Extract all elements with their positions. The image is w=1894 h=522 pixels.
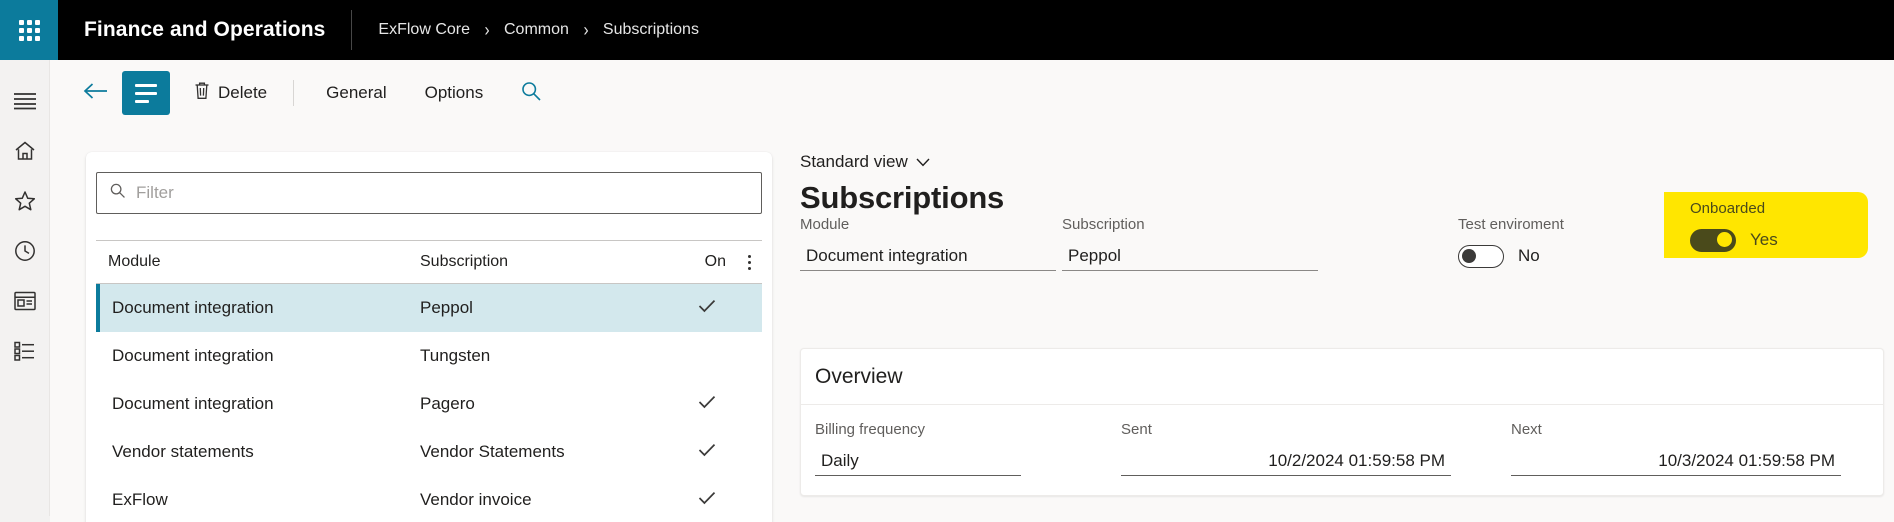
breadcrumb: ExFlow Core › Common › Subscriptions (352, 0, 699, 60)
overview-section-header[interactable]: Overview (801, 349, 1883, 405)
breadcrumb-item-exflow-core[interactable]: ExFlow Core (378, 21, 470, 39)
table-row[interactable]: Document integration Pagero (96, 380, 762, 428)
cell-onboarded (676, 442, 738, 462)
test-environment-value: No (1518, 246, 1540, 265)
breadcrumb-item-common[interactable]: Common (504, 21, 569, 39)
table-row[interactable]: ExFlow Vendor invoice (96, 476, 762, 522)
test-environment-field: Test enviroment No (1458, 216, 1698, 271)
toolbar-divider (293, 80, 295, 106)
app-launcher-button[interactable] (0, 0, 58, 60)
column-header-subscription[interactable]: Subscription (408, 253, 676, 271)
sidebar-item-workspaces[interactable] (0, 276, 50, 326)
show-list-toggle-button[interactable] (122, 71, 170, 115)
filter-input-placeholder: Filter (136, 183, 174, 202)
star-icon (13, 189, 37, 213)
left-navigation-rail (0, 60, 50, 522)
checkmark-icon (698, 298, 716, 318)
cell-subscription: Vendor invoice (420, 490, 532, 509)
checkmark-icon (698, 394, 716, 414)
billing-frequency-label: Billing frequency (815, 421, 926, 438)
next-label: Next (1511, 421, 1542, 438)
cell-subscription: Tungsten (420, 346, 491, 365)
cell-subscription: Pagero (420, 394, 475, 413)
view-selector[interactable]: Standard view (800, 152, 930, 172)
search-button[interactable] (509, 71, 553, 115)
sidebar-item-favorites[interactable] (0, 176, 50, 226)
waffle-grid-icon (18, 19, 40, 41)
overview-section-body: Billing frequency Daily Sent 10/2/2024 0… (801, 405, 1883, 476)
delete-button-label: Delete (218, 83, 268, 102)
sent-value[interactable]: 10/2/2024 01:59:58 PM (1121, 446, 1451, 476)
search-icon (109, 182, 126, 204)
filter-input[interactable]: Filter (96, 172, 762, 214)
cell-module: Vendor statements (112, 442, 254, 461)
table-row[interactable]: Vendor statements Vendor Statements (96, 428, 762, 476)
general-tab-button[interactable]: General (312, 71, 400, 115)
subscription-field-label: Subscription (1062, 216, 1145, 233)
column-header-module[interactable]: Module (96, 253, 408, 271)
module-field-label: Module (800, 216, 850, 233)
sent-field: Sent 10/2/2024 01:59:58 PM (1121, 421, 1451, 476)
subscriptions-grid: Module Subscription On Document integrat… (96, 240, 762, 522)
checkmark-icon (698, 490, 716, 510)
module-field: Module Document integration (800, 216, 1056, 271)
application-window: Finance and Operations ExFlow Core › Com… (0, 0, 1894, 522)
options-tab-button[interactable]: Options (411, 71, 498, 115)
cell-module: ExFlow (112, 490, 168, 509)
kebab-menu-icon[interactable] (738, 254, 760, 270)
app-title: Finance and Operations (84, 18, 326, 41)
sent-label: Sent (1121, 421, 1152, 438)
subscriptions-list-panel: Filter Module Subscription On Document i… (86, 152, 772, 522)
checkmark-icon (698, 442, 716, 462)
table-row[interactable]: Document integration Peppol (96, 284, 762, 332)
hamburger-menu-icon (13, 92, 37, 110)
chevron-down-icon (916, 155, 930, 170)
subscription-field: Subscription Peppol (1062, 216, 1318, 271)
delete-button[interactable]: Delete (180, 71, 281, 115)
rail-bottom-strip (0, 516, 50, 522)
cell-onboarded (676, 394, 738, 414)
sidebar-item-home[interactable] (0, 126, 50, 176)
sidebar-item-recent[interactable] (0, 226, 50, 276)
chevron-right-icon: › (484, 20, 490, 40)
arrow-left-icon (83, 81, 109, 106)
billing-frequency-field: Billing frequency Daily (815, 421, 1021, 476)
billing-frequency-value[interactable]: Daily (815, 446, 1021, 476)
subscription-field-value[interactable]: Peppol (1062, 241, 1318, 271)
cell-subscription: Vendor Statements (420, 442, 565, 461)
cell-subscription: Peppol (420, 298, 473, 317)
chevron-right-icon: › (583, 20, 589, 40)
top-navigation-bar: Finance and Operations ExFlow Core › Com… (0, 0, 1894, 60)
onboarded-value: Yes (1750, 230, 1778, 249)
onboarded-field: Onboarded Yes (1690, 200, 1778, 255)
cell-module: Document integration (112, 394, 274, 413)
module-field-value[interactable]: Document integration (800, 241, 1056, 271)
overview-section: Overview Billing frequency Daily Sent 10… (800, 348, 1884, 496)
next-value[interactable]: 10/3/2024 01:59:58 PM (1511, 446, 1841, 476)
table-row[interactable]: Document integration Tungsten (96, 332, 762, 380)
home-icon (13, 139, 37, 163)
sidebar-item-modules[interactable] (0, 326, 50, 376)
breadcrumb-item-subscriptions[interactable]: Subscriptions (603, 21, 699, 39)
list-icon (13, 340, 37, 362)
grid-header-row: Module Subscription On (96, 240, 762, 284)
back-button[interactable] (74, 71, 118, 115)
next-field: Next 10/3/2024 01:59:58 PM (1511, 421, 1841, 476)
search-icon (520, 80, 542, 107)
cell-module: Document integration (112, 346, 274, 365)
cell-onboarded (676, 490, 738, 510)
test-environment-toggle[interactable] (1458, 244, 1504, 268)
cell-module: Document integration (112, 298, 274, 317)
column-header-onboarded[interactable]: On (676, 253, 738, 271)
sidebar-item-expand-navigation[interactable] (0, 76, 50, 126)
cell-onboarded (676, 298, 738, 318)
trash-icon (194, 81, 210, 105)
action-pane-toolbar: Delete General Options (50, 60, 1894, 126)
test-environment-label: Test enviroment (1458, 216, 1564, 233)
workspace-icon (13, 290, 37, 312)
clock-icon (13, 239, 37, 263)
onboarded-toggle[interactable] (1690, 228, 1736, 252)
onboarded-label: Onboarded (1690, 200, 1766, 217)
view-selector-label: Standard view (800, 152, 908, 171)
